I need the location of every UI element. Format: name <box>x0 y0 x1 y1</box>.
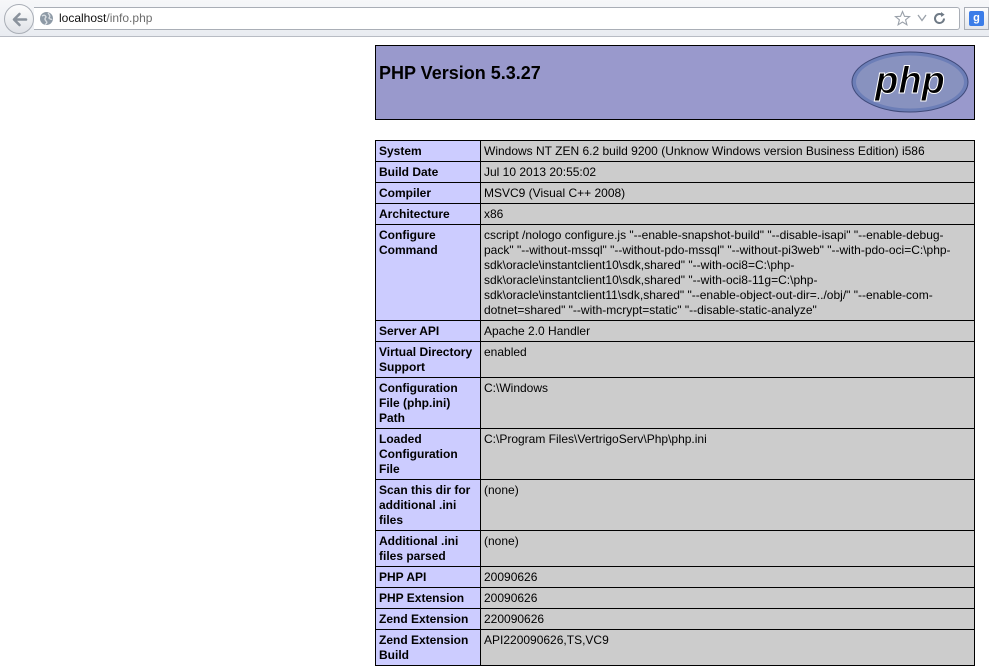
row-value: 20090626 <box>480 587 975 609</box>
reload-icon[interactable] <box>932 11 947 26</box>
bookmark-star-icon[interactable] <box>894 10 911 27</box>
row-label: Configure Command <box>375 224 481 321</box>
table-row: Architecture x86 <box>375 203 975 225</box>
row-value: (none) <box>480 479 975 531</box>
back-arrow-icon <box>12 12 28 27</box>
row-value: (none) <box>480 530 975 567</box>
google-icon: g <box>969 11 984 26</box>
table-row: Virtual Directory Support enabled <box>375 341 975 378</box>
row-label: Zend Extension <box>375 608 481 630</box>
table-row: Configure Command cscript /nologo configu… <box>375 224 975 321</box>
row-label: Architecture <box>375 203 481 225</box>
row-value: 220090626 <box>480 608 975 630</box>
back-button[interactable] <box>4 4 34 34</box>
row-label: Compiler <box>375 182 481 204</box>
php-logo-icon: php <box>851 51 969 113</box>
row-label: PHP API <box>375 566 481 588</box>
row-value: cscript /nologo configure.js "--enable-s… <box>480 224 975 321</box>
address-bar[interactable]: localhost/info.php <box>34 7 960 30</box>
row-label: Build Date <box>375 161 481 183</box>
row-label: System <box>375 140 481 162</box>
row-label: Server API <box>375 320 481 342</box>
row-value: C:\Windows <box>480 377 975 429</box>
row-value: Jul 10 2013 20:55:02 <box>480 161 975 183</box>
row-value: Windows NT ZEN 6.2 build 9200 (Unknow Wi… <box>480 140 975 162</box>
row-value: C:\Program Files\VertrigoServ\Php\php.in… <box>480 428 975 480</box>
url-text[interactable]: localhost/info.php <box>59 11 152 25</box>
table-row: Additional .ini files parsed (none) <box>375 530 975 567</box>
table-row: System Windows NT ZEN 6.2 build 9200 (Unk… <box>375 140 975 162</box>
table-row: Loaded Configuration File C:\Program File… <box>375 428 975 480</box>
table-row: Compiler MSVC9 (Visual C++ 2008) <box>375 182 975 204</box>
row-label: Additional .ini files parsed <box>375 530 481 567</box>
globe-icon <box>40 12 53 26</box>
table-row: PHP Extension 20090626 <box>375 587 975 609</box>
table-row: Configuration File (php.ini) Path C:\Wind… <box>375 377 975 429</box>
php-header: PHP Version 5.3.27 php <box>375 45 975 120</box>
table-row: Scan this dir for additional .ini files(… <box>375 479 975 531</box>
url-host: localhost <box>59 11 107 25</box>
table-row: Build Date Jul 10 2013 20:55:02 <box>375 161 975 183</box>
row-label: Zend Extension Build <box>375 629 481 666</box>
row-value: MSVC9 (Visual C++ 2008) <box>480 182 975 204</box>
info-table: System Windows NT ZEN 6.2 build 9200 (Unk… <box>375 140 975 666</box>
table-row: Server API Apache 2.0 Handler <box>375 320 975 342</box>
row-value: 20090626 <box>480 566 975 588</box>
row-label: Scan this dir for additional .ini files <box>375 479 481 531</box>
row-label: Virtual Directory Support <box>375 341 481 378</box>
search-engine-button[interactable]: g <box>964 7 989 30</box>
row-value: enabled <box>480 341 975 378</box>
table-row: Zend Extension 220090626 <box>375 608 975 630</box>
chevron-down-icon[interactable] <box>917 14 927 22</box>
php-logo-text: php <box>874 60 945 102</box>
row-label: Loaded Configuration File <box>375 428 481 480</box>
row-label: Configuration File (php.ini) Path <box>375 377 481 429</box>
page-title: PHP Version 5.3.27 <box>379 63 541 83</box>
row-value: Apache 2.0 Handler <box>480 320 975 342</box>
browser-toolbar: localhost/info.php g <box>0 0 989 37</box>
row-value: API220090626,TS,VC9 <box>480 629 975 666</box>
row-label: PHP Extension <box>375 587 481 609</box>
url-path: /info.php <box>106 11 153 25</box>
row-value: x86 <box>480 203 975 225</box>
table-row: Zend Extension Build API220090626,TS,VC9 <box>375 629 975 666</box>
table-row: PHP API 20090626 <box>375 566 975 588</box>
